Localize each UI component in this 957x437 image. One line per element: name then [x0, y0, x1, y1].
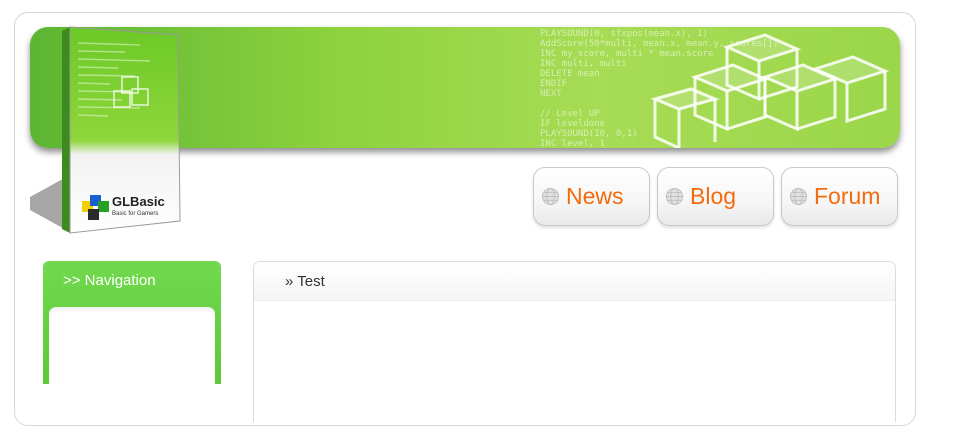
nav-news-button[interactable]: News [533, 167, 650, 226]
sidebar-navigation: >> Navigation [43, 261, 221, 384]
nav-blog-button[interactable]: Blog [657, 167, 774, 226]
globe-icon [665, 187, 684, 206]
sidebar-body [49, 307, 215, 384]
nav-forum-label: Forum [814, 183, 881, 209]
nav-blog-label: Blog [690, 183, 737, 209]
cubes-graphic [650, 33, 890, 148]
nav-forum-button[interactable]: Forum [781, 167, 898, 226]
globe-icon [789, 187, 808, 206]
content-title: » Test [285, 273, 325, 290]
content-panel: » Test [253, 261, 896, 422]
product-brand-text: GLBasic [112, 194, 165, 209]
product-tagline-text: Basic for Gamers [112, 211, 158, 217]
glbasic-product-box: GLBasic Basic for Gamers [30, 26, 181, 234]
nav-news-label: News [566, 183, 624, 209]
globe-icon [541, 187, 560, 206]
content-header: » Test [254, 262, 895, 301]
sidebar-title: >> Navigation [63, 272, 156, 289]
